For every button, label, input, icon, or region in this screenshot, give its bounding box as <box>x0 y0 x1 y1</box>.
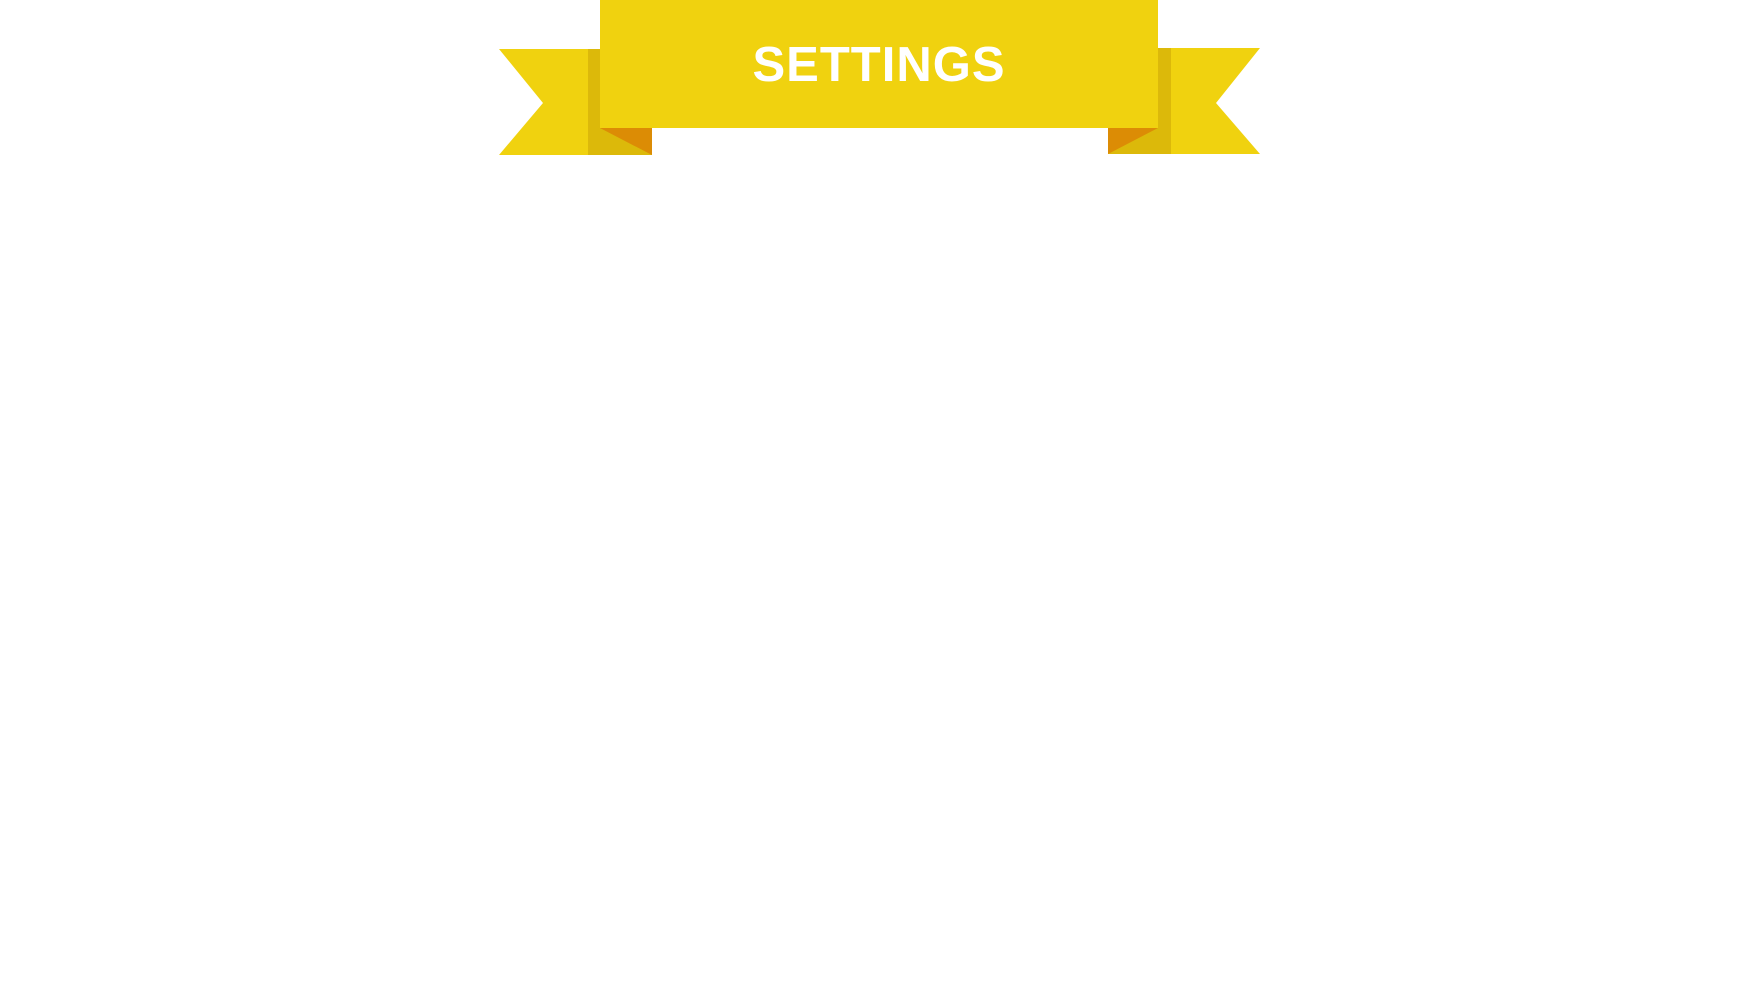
settings-title: SETTINGS <box>752 38 1006 92</box>
ribbon-right-tail <box>1158 48 1260 154</box>
settings-ribbon-banner: SETTINGS <box>0 0 1758 160</box>
ribbon-left-tail <box>499 49 600 155</box>
settings-screen: SETTINGS <box>0 0 1758 992</box>
